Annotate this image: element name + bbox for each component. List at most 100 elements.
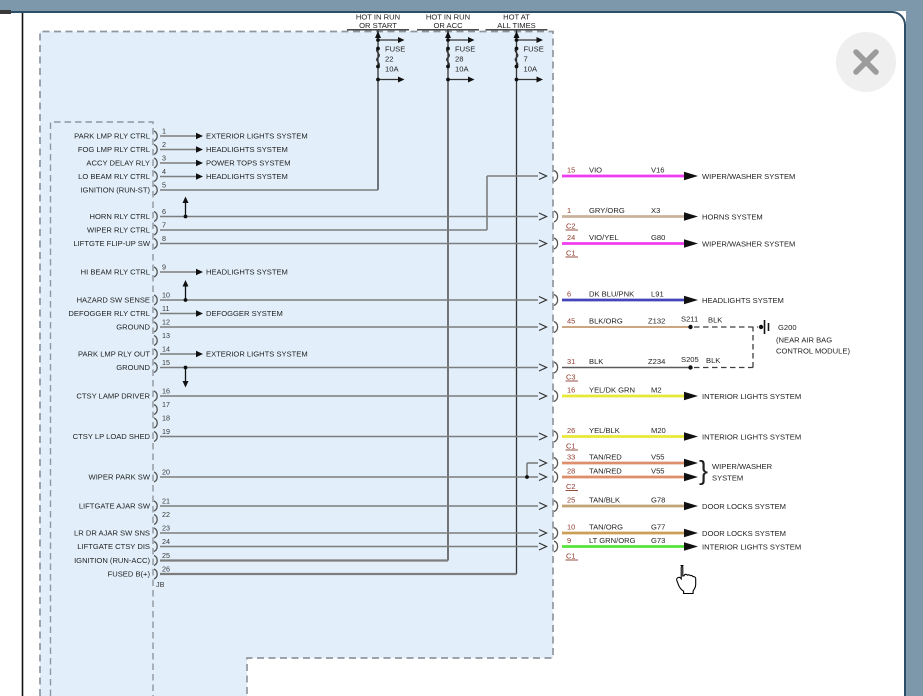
ground-net: S211 BLK S205 BLK G200 (NEAR AIR BAG CON…: [681, 315, 850, 370]
wire-circuit: G78: [651, 496, 665, 505]
svg-text:26: 26: [162, 565, 170, 574]
svg-text:8: 8: [162, 234, 166, 243]
svg-text:HORN RLY CTRL: HORN RLY CTRL: [90, 212, 150, 221]
wire-pin: 33: [567, 453, 575, 462]
connector-id: C2: [566, 482, 575, 491]
svg-text:16: 16: [162, 387, 170, 396]
wire-pin: 9: [567, 536, 571, 545]
wire-pin: 16: [567, 386, 575, 395]
svg-text:24: 24: [162, 537, 170, 546]
svg-text:LIFTGATE AJAR SW: LIFTGATE AJAR SW: [79, 502, 151, 511]
svg-text:7: 7: [162, 221, 166, 230]
wire-color: VIO/YEL: [589, 233, 619, 242]
fuse-number: 7: [524, 55, 528, 64]
svg-text:EXTERIOR LIGHTS SYSTEM: EXTERIOR LIGHTS SYSTEM: [206, 132, 308, 141]
svg-text:GROUND: GROUND: [116, 363, 150, 372]
system-label: DOOR LOCKS SYSTEM: [702, 529, 786, 538]
svg-text:ACCY DELAY RLY: ACCY DELAY RLY: [86, 159, 150, 168]
svg-text:FUSED B(+): FUSED B(+): [108, 570, 151, 579]
wire-pin: 1: [567, 206, 571, 215]
system-arrowhead: [684, 502, 698, 510]
wire-circuit: L91: [651, 290, 664, 299]
svg-text:FOG LMP RLY CTRL: FOG LMP RLY CTRL: [78, 145, 150, 154]
wire-pin: 26: [567, 426, 575, 435]
wire-color: BLK/ORG: [589, 317, 623, 326]
system-arrowhead: [684, 172, 698, 180]
wire-circuit: M20: [651, 426, 666, 435]
wire-pin: 28: [567, 467, 575, 476]
bus-label: ALL TIMES: [497, 21, 535, 30]
close-icon: [836, 32, 896, 92]
fuse-rating: 10A: [385, 65, 399, 74]
wire-circuit: G80: [651, 233, 665, 242]
fuse-word: FUSE: [524, 45, 544, 54]
wire-circuit: V55: [651, 467, 665, 476]
svg-text:EXTERIOR LIGHTS SYSTEM: EXTERIOR LIGHTS SYSTEM: [206, 350, 308, 359]
wire-pin: 10: [567, 523, 575, 532]
svg-text:18: 18: [162, 414, 170, 423]
splice-id: S211: [681, 315, 698, 324]
wire-circuit: Z132: [648, 317, 665, 326]
wire-color: BLK: [706, 356, 720, 365]
svg-text:CTSY LAMP DRIVER: CTSY LAMP DRIVER: [76, 392, 150, 401]
wire-color: TAN/RED: [589, 453, 622, 462]
fuse-word: FUSE: [455, 45, 475, 54]
system-arrowhead: [684, 473, 698, 481]
svg-text:15: 15: [162, 358, 170, 367]
svg-text:HEADLIGHTS SYSTEM: HEADLIGHTS SYSTEM: [206, 268, 288, 277]
connector-id: C2: [566, 222, 575, 231]
fuse-rating: 10A: [524, 65, 538, 74]
svg-text:POWER TOPS SYSTEM: POWER TOPS SYSTEM: [206, 159, 291, 168]
wire-color: DK BLU/PNK: [589, 290, 634, 299]
connector-id: C1: [566, 442, 575, 451]
svg-text:DEFOGGER RLY CTRL: DEFOGGER RLY CTRL: [68, 309, 150, 318]
ground-location: (NEAR AIR BAG: [776, 336, 832, 345]
system-label: HEADLIGHTS SYSTEM: [702, 296, 784, 305]
connector-id: C3: [566, 373, 575, 382]
wire-circuit: V55: [651, 453, 665, 462]
svg-text:25: 25: [162, 551, 170, 560]
svg-text:HAZARD SW SENSE: HAZARD SW SENSE: [77, 296, 150, 305]
svg-text:17: 17: [162, 400, 170, 409]
svg-text:2: 2: [162, 140, 166, 149]
svg-text:WIPER RLY CTRL: WIPER RLY CTRL: [87, 226, 150, 235]
right-connector-pins: [554, 171, 558, 553]
system-label: HORNS SYSTEM: [702, 213, 763, 222]
wire-circuit: M2: [651, 386, 662, 395]
svg-text:LIFTGTE FLIP-UP SW: LIFTGTE FLIP-UP SW: [73, 239, 150, 248]
screen: HOT IN RUN OR START FUSE 22 10A HOT IN R…: [0, 0, 923, 696]
svg-text:12: 12: [162, 318, 170, 327]
svg-text:20: 20: [162, 468, 170, 477]
svg-text:LO BEAM RLY CTRL: LO BEAM RLY CTRL: [78, 172, 150, 181]
svg-text:4: 4: [162, 167, 166, 176]
system-label: SYSTEM: [712, 474, 743, 483]
brace-glyph: }: [699, 456, 708, 486]
close-button[interactable]: [836, 32, 896, 92]
wire-color: GRY/ORG: [589, 206, 625, 215]
svg-text:14: 14: [162, 345, 170, 354]
frame-stub: [0, 10, 11, 14]
svg-text:HI BEAM RLY CTRL: HI BEAM RLY CTRL: [81, 268, 150, 277]
system-label: WIPER/WASHER SYSTEM: [702, 240, 795, 249]
svg-text:IGNITION (RUN-ST): IGNITION (RUN-ST): [80, 186, 150, 195]
bus-label: OR START: [359, 21, 397, 30]
connector-id: C1: [566, 249, 575, 258]
system-label: WIPER/WASHER: [712, 462, 773, 471]
system-arrowhead: [684, 529, 698, 537]
system-label: WIPER/WASHER SYSTEM: [702, 172, 795, 181]
fuse-number: 22: [385, 55, 393, 64]
system-arrowhead: [684, 239, 698, 247]
wire-pin: 6: [567, 290, 571, 299]
svg-text:LR DR AJAR SW SNS: LR DR AJAR SW SNS: [74, 529, 150, 538]
ground-id: G200: [778, 323, 797, 332]
cursor-pointer-icon: [677, 566, 696, 594]
wire-circuit: G73: [651, 536, 665, 545]
svg-text:11: 11: [162, 304, 169, 313]
system-label: DOOR LOCKS SYSTEM: [702, 502, 786, 511]
system-label: INTERIOR LIGHTS SYSTEM: [702, 433, 801, 442]
wire-color: VIO: [589, 166, 602, 175]
wire-color: LT GRN/ORG: [589, 536, 636, 545]
wire-color: TAN/ORG: [589, 523, 623, 532]
wire-pin: 25: [567, 496, 575, 505]
svg-text:PARK LMP RLY OUT: PARK LMP RLY OUT: [78, 350, 150, 359]
